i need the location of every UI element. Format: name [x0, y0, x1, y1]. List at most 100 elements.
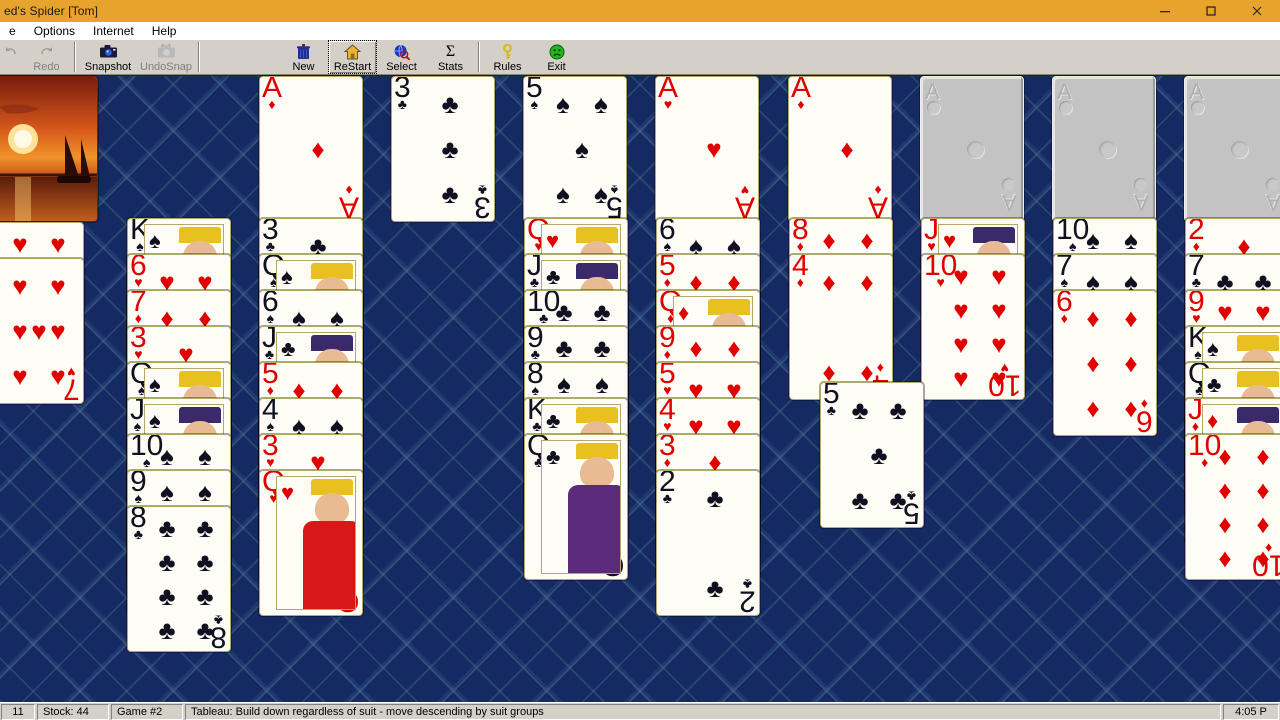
- foundation-7[interactable]: AA: [1184, 76, 1280, 222]
- game-table[interactable]: A♦A♦♦3♣3♣♣♣♣5♠5♠♠♠♠♠♠A♥A♥♥A♦A♦♦AAAAAA8♥8…: [0, 76, 1280, 706]
- pip-club: ♣: [889, 394, 907, 425]
- tableau-card-1-2-7-heart[interactable]: 7♥7♥♥♥♥♥♥♥♥: [0, 258, 84, 404]
- card-suit-spade-icon: ♠: [1060, 274, 1069, 291]
- pip-heart: ♥: [12, 315, 28, 346]
- menu-item-internet[interactable]: Internet: [84, 23, 143, 39]
- exit-button[interactable]: Exit: [532, 40, 581, 74]
- card-corner-top-left: 9 ♠: [130, 471, 147, 506]
- minimize-icon: [1160, 11, 1170, 13]
- restart-button[interactable]: ReStart: [328, 40, 377, 74]
- tableau-card-8-3-6-diamond[interactable]: 6 ♦ 6 ♦ ♦ ♦ ♦ ♦ ♦ ♦: [1053, 290, 1157, 436]
- redo-button[interactable]: Redo: [22, 40, 71, 74]
- menu-item-file[interactable]: e: [0, 23, 25, 39]
- key-icon: [501, 43, 514, 60]
- foundation-6[interactable]: AA: [1052, 76, 1156, 222]
- stats-button[interactable]: Σ Stats: [426, 40, 475, 74]
- court-figure-q: ♥: [276, 476, 356, 610]
- court-face: [315, 493, 349, 523]
- card-corner-top-left: 8 ♣: [130, 507, 147, 542]
- card-suit-diamond-icon: ♦: [796, 238, 804, 255]
- court-face: [580, 457, 614, 487]
- pip-club: ♣: [706, 482, 724, 513]
- card-corner-top-left: 3 ♣: [394, 77, 411, 113]
- card-corner-top-left: 4 ♠: [262, 399, 279, 434]
- court-pip: ♣: [546, 444, 561, 469]
- card-suit-club-icon: ♣: [826, 402, 836, 419]
- foundation-2[interactable]: 5 ♠ 5 ♠ ♠ ♠ ♠ ♠ ♠: [523, 76, 627, 222]
- card-corner-top-left: 9 ♥: [1188, 291, 1205, 327]
- court-pip: ♣: [546, 408, 561, 433]
- pip-club: ♣: [851, 394, 869, 425]
- tableau-card-5-8-2-club[interactable]: 2 ♣ 2 ♣ ♣ ♣: [656, 470, 760, 616]
- snapshot-button[interactable]: Snapshot: [79, 40, 137, 74]
- pip-diamond: ♦: [822, 225, 836, 255]
- pip-diamond: ♦: [1256, 509, 1270, 539]
- tableau-card-6-2-4-diamond[interactable]: 4♦4♦♦♦♦♦: [789, 254, 893, 400]
- close-button[interactable]: [1234, 0, 1280, 22]
- foundation-3[interactable]: A ♥ A ♥ ♥: [655, 76, 759, 222]
- pip-spade: ♠: [595, 369, 609, 399]
- card-pip-grid: ♥ ♥ ♥ ♥ ♥ ♥ ♥ ♥: [942, 259, 1018, 395]
- foundation-0[interactable]: A ♦ A ♦ ♦: [259, 76, 363, 222]
- court-pip: ♦: [1207, 408, 1219, 433]
- card-suit-club-icon: ♣: [265, 238, 275, 255]
- pip-spade: ♠: [198, 441, 212, 471]
- toolbar-separator: [478, 42, 480, 72]
- card-corner-top-left: 3 ♦: [659, 435, 676, 471]
- pip-club: ♣: [555, 333, 573, 363]
- undo-button[interactable]: [0, 40, 22, 74]
- status-clock: 4:05 P: [1223, 703, 1279, 720]
- card-corner-top-left: 6 ♠: [262, 291, 279, 326]
- tableau-card-2-9-8-club[interactable]: 8 ♣ 8 ♣ ♣ ♣ ♣ ♣ ♣ ♣ ♣ ♣: [127, 506, 231, 652]
- maximize-button[interactable]: [1188, 0, 1234, 22]
- card-pip-grid: ♦ ♦ ♦ ♦ ♦ ♦ ♦ ♦: [1206, 439, 1280, 575]
- select-button[interactable]: Select: [377, 40, 426, 74]
- card-suit-diamond-icon: ♦: [663, 454, 671, 471]
- sunset-sailboat-photo[interactable]: [0, 76, 98, 222]
- card-suit-spade-icon: ♠: [133, 418, 142, 435]
- card-suit-heart-icon: ♥: [1192, 310, 1201, 327]
- pip-heart: ♥: [953, 295, 969, 325]
- home-icon: [344, 43, 361, 60]
- minimize-button[interactable]: [1142, 0, 1188, 22]
- pip-club: ♣: [441, 179, 459, 210]
- card-suit-club-icon: ♣: [530, 346, 540, 363]
- new-button[interactable]: New: [279, 40, 328, 74]
- pip-heart: ♥: [991, 329, 1007, 359]
- card-corner-top-left: A ♥: [658, 77, 678, 112]
- pip-diamond: ♦: [1218, 543, 1232, 573]
- window-title: ed's Spider [Tom]: [4, 4, 99, 18]
- ghost-pip-icon: [1134, 178, 1147, 191]
- ghost-pip-icon: [927, 101, 940, 114]
- pip-heart: ♥: [953, 261, 969, 291]
- undosnap-button[interactable]: UndoSnap: [137, 40, 195, 74]
- tableau-card-3-8-q-heart[interactable]: Q♥Q♥♥: [259, 470, 363, 616]
- tableau-card-9-7-10-diamond[interactable]: 10♦10♦♦♦♦♦♦♦♦♦: [1185, 434, 1280, 580]
- tableau-card-7-2-10-heart[interactable]: 10 ♥ 10 ♥ ♥ ♥ ♥ ♥ ♥ ♥ ♥ ♥: [921, 254, 1025, 400]
- card-suit-spade-icon: ♠: [530, 96, 539, 113]
- court-pip: ♥: [546, 228, 560, 253]
- pip-diamond: ♦: [860, 266, 874, 297]
- foundation-1[interactable]: 3 ♣ 3 ♣ ♣ ♣ ♣: [391, 76, 495, 222]
- foundation-4[interactable]: A ♦ A ♦ ♦: [788, 76, 892, 222]
- pip-heart: ♥: [1217, 297, 1233, 327]
- card-suit-club-icon: ♣: [397, 96, 407, 113]
- card-corner-top-left: J ♣: [262, 327, 277, 362]
- pip-diamond: ♦: [860, 225, 874, 255]
- menu-item-options[interactable]: Options: [25, 23, 84, 39]
- card-suit-spade-icon: ♠: [531, 382, 540, 399]
- pip-diamond: ♦: [1256, 441, 1270, 471]
- select-label: Select: [386, 61, 417, 73]
- card-corner-top-left: 7 ♠: [1056, 255, 1073, 291]
- card-suit-diamond-icon: ♦: [1191, 418, 1200, 435]
- menu-item-help[interactable]: Help: [143, 23, 186, 39]
- pip-heart: ♥: [50, 270, 66, 301]
- pip-heart: ♥: [953, 329, 969, 359]
- undosnap-label: UndoSnap: [140, 61, 192, 73]
- pip-spade: ♠: [1086, 225, 1100, 255]
- court-pip: ♣: [546, 264, 561, 289]
- dragged-card-5-club[interactable]: 5 ♣ 5 ♣ ♣ ♣ ♣ ♣ ♣: [820, 382, 924, 528]
- foundation-5[interactable]: AA: [920, 76, 1024, 222]
- rules-button[interactable]: Rules: [483, 40, 532, 74]
- tableau-card-4-7-q-club[interactable]: Q♣Q♣♣: [524, 434, 628, 580]
